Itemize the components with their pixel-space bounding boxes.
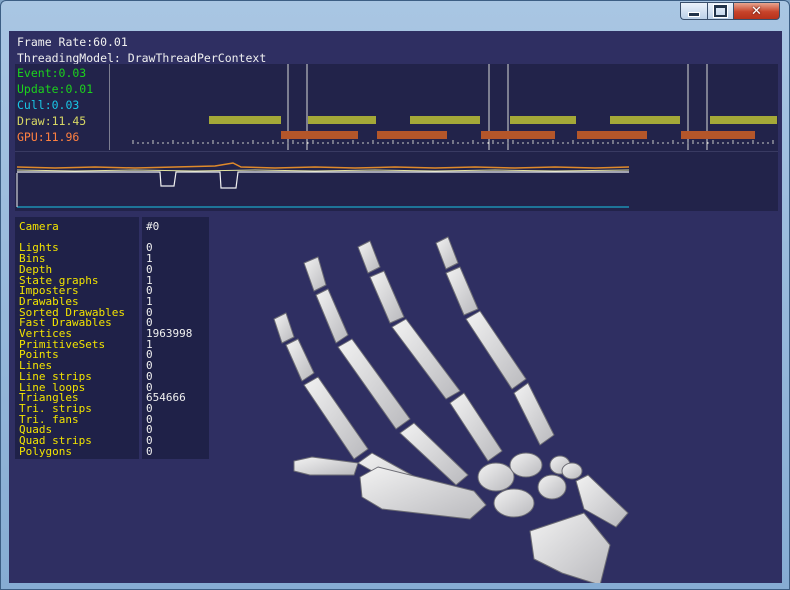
draw-bar (510, 116, 576, 124)
update-time-text: Update:0.01 (17, 82, 94, 96)
render-viewport[interactable]: Frame Rate:60.01 ThreadingModel: DrawThr… (9, 31, 782, 583)
maximize-icon (713, 4, 728, 18)
stats-panel: Event:0.03 Update:0.01 Cull:0.03 Draw:11… (15, 64, 778, 211)
scene-stat-label: Polygons (19, 444, 72, 458)
title-bar[interactable]: ✕ (1, 1, 789, 27)
draw-bar (710, 116, 777, 124)
draw-history-line (16, 169, 630, 172)
scene-stats-panel: Camera #0 Lights 0 Bins 1 Depth 0 State graphs 1 I… (15, 217, 209, 459)
gpu-bar (281, 131, 358, 139)
close-icon: ✕ (751, 3, 762, 19)
gpu-time-text: GPU:11.96 (17, 130, 80, 144)
draw-bar (209, 116, 281, 124)
maximize-button[interactable] (707, 2, 733, 20)
hand-skeleton-model (273, 236, 629, 583)
frame-history-line (17, 171, 629, 189)
scene-stat-value: #0 (146, 220, 160, 233)
gpu-bar (481, 131, 555, 139)
draw-bar (410, 116, 480, 124)
draw-bar (308, 116, 376, 124)
gpu-history-line (16, 162, 630, 169)
event-time-text: Event:0.03 (17, 66, 87, 80)
scene-stat-value: 1963998 (146, 327, 193, 340)
close-button[interactable]: ✕ (733, 2, 780, 20)
frame-rate-text: Frame Rate:60.01 (17, 35, 128, 49)
gpu-bar (681, 131, 755, 139)
gpu-bar (577, 131, 647, 139)
timeline-ticks (132, 140, 774, 144)
scene-stat-value: 0 (146, 444, 153, 458)
draw-bar (610, 116, 680, 124)
draw-time-text: Draw:11.45 (17, 114, 87, 128)
minimize-icon (688, 11, 700, 17)
scene-stat-label: Camera (19, 220, 59, 233)
minimize-button[interactable] (680, 2, 707, 20)
scene-column-divider (139, 217, 142, 459)
caption-buttons: ✕ (680, 2, 780, 20)
frame-history-graph (15, 151, 778, 208)
cull-time-text: Cull:0.03 (17, 98, 80, 112)
frame-timing-bars (109, 64, 777, 150)
gpu-bar (377, 131, 447, 139)
application-window: ✕ Frame Rate:60.01 ThreadingModel: DrawT… (0, 0, 790, 590)
